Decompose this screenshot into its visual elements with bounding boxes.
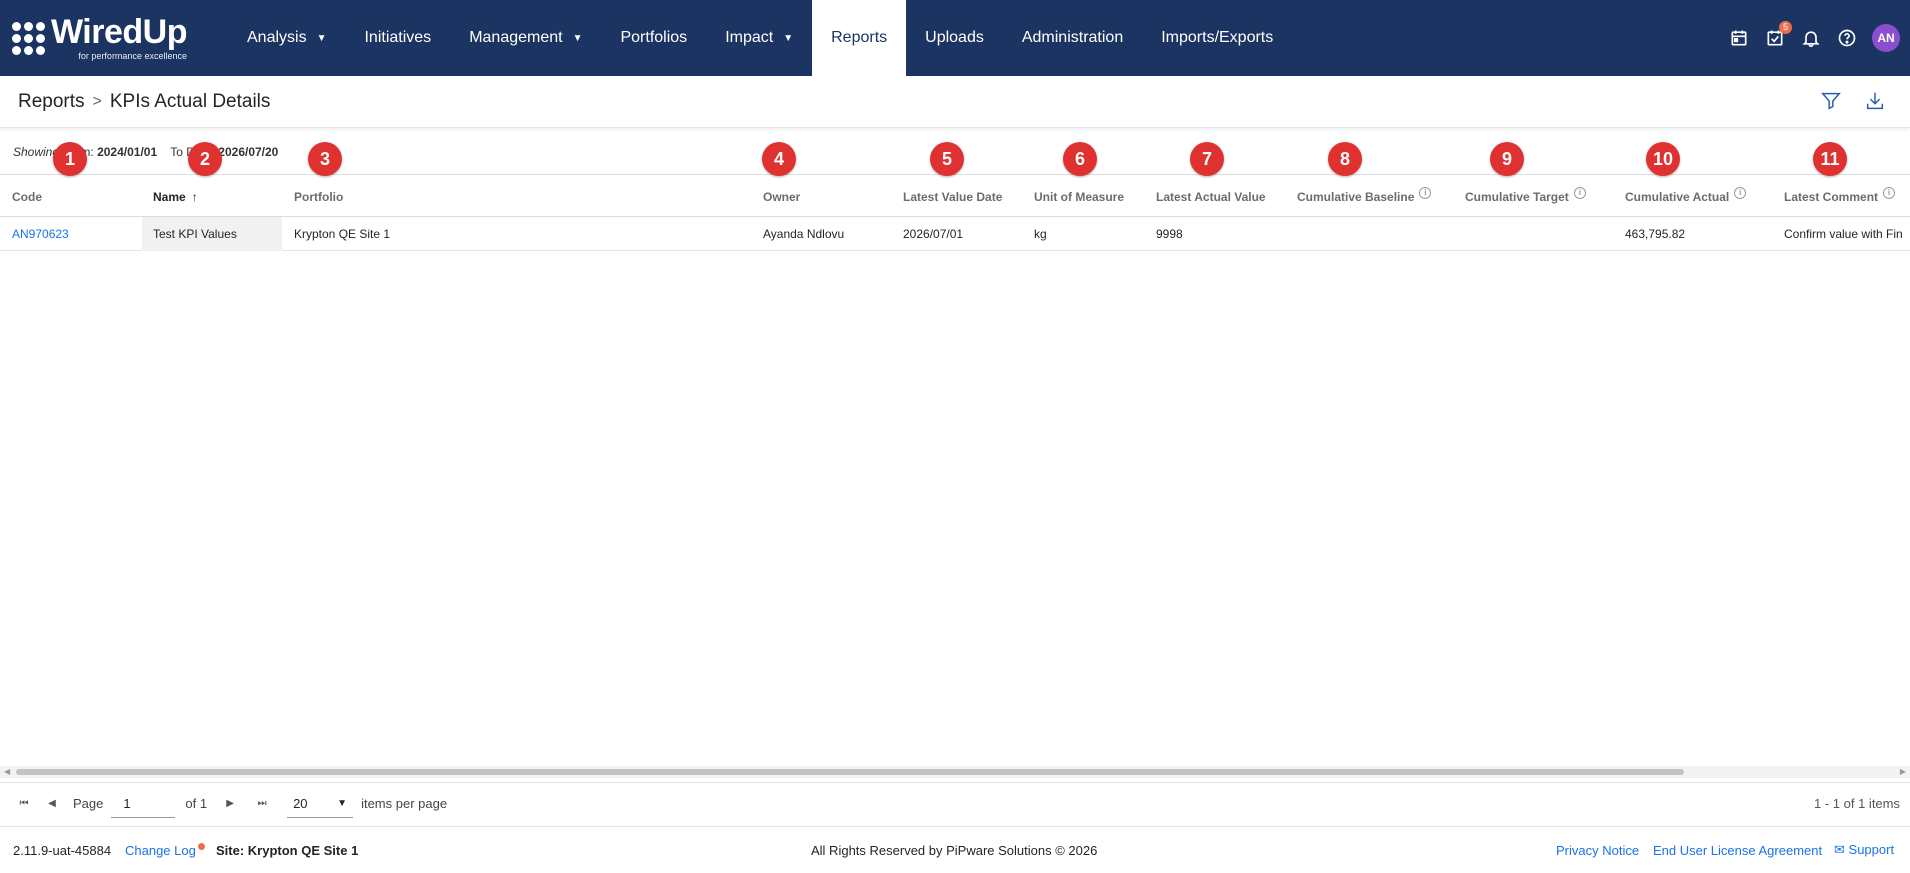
calendar-icon[interactable] xyxy=(1728,27,1750,49)
support-icon: ✉ xyxy=(1834,842,1845,857)
marker-2: 2 xyxy=(188,142,222,176)
cell-name: Test KPI Values xyxy=(142,217,282,251)
cell-cumulative-actual: 463,795.82 xyxy=(1625,227,1686,241)
marker-10: 10 xyxy=(1646,142,1680,176)
marker-4: 4 xyxy=(762,142,796,176)
marker-8: 8 xyxy=(1328,142,1362,176)
nav-imports-exports[interactable]: Imports/Exports xyxy=(1142,0,1292,76)
info-icon[interactable]: i xyxy=(1419,186,1432,199)
cell-latest-actual: 9998 xyxy=(1156,227,1183,241)
chevron-right-icon: > xyxy=(92,92,102,110)
col-code[interactable]: Code xyxy=(12,175,42,218)
items-per-page-select[interactable]: 20 ▼ xyxy=(287,790,354,818)
items-summary: 1 - 1 of 1 items xyxy=(1814,796,1900,811)
scrollbar-thumb[interactable] xyxy=(16,769,1684,775)
cell-latest-value-date: 2026/07/01 xyxy=(903,227,964,241)
cell-unit: kg xyxy=(1034,227,1047,241)
next-page-icon[interactable]: ▶ xyxy=(221,798,239,809)
marker-5: 5 xyxy=(930,142,964,176)
tasks-icon[interactable]: 5 xyxy=(1764,21,1792,49)
col-cumulative-baseline[interactable]: Cumulative Baseline i xyxy=(1297,175,1432,218)
col-portfolio[interactable]: Portfolio xyxy=(294,175,343,218)
prev-page-icon[interactable]: ◀ xyxy=(43,798,61,809)
filter-icon[interactable] xyxy=(1820,90,1842,117)
privacy-notice-link[interactable]: Privacy Notice xyxy=(1556,843,1639,858)
last-page-icon[interactable]: ⏭ xyxy=(253,798,271,809)
caret-down-icon: ▼ xyxy=(783,32,794,44)
pager: ⏮ ◀ Page of 1 ▶ ⏭ 20 ▼ items per page 1 … xyxy=(0,782,1910,824)
col-latest-actual-value[interactable]: Latest Actual Value xyxy=(1156,175,1266,218)
nav-uploads[interactable]: Uploads xyxy=(906,0,1003,76)
cell-portfolio: Krypton QE Site 1 xyxy=(294,227,391,241)
logo-dots-icon xyxy=(12,21,45,55)
sort-ascending-icon: ↑ xyxy=(191,189,198,204)
nav-initiatives[interactable]: Initiatives xyxy=(345,0,450,76)
cell-latest-comment: Confirm value with Fin xyxy=(1784,227,1903,241)
marker-9: 9 xyxy=(1490,142,1524,176)
nav-impact[interactable]: Impact ▼ xyxy=(706,0,812,76)
user-avatar[interactable]: AN xyxy=(1872,24,1900,52)
wiredup-logo[interactable]: WiredUp for performance excellence xyxy=(0,0,228,76)
caret-down-icon: ▼ xyxy=(316,32,327,44)
eula-link[interactable]: End User License Agreement xyxy=(1653,843,1822,858)
first-page-icon[interactable]: ⏮ xyxy=(15,798,33,809)
from-date: 2024/01/01 xyxy=(97,145,158,159)
logo-tagline: for performance excellence xyxy=(78,51,187,61)
main-nav: Analysis ▼ Initiatives Management ▼ Portfo… xyxy=(228,0,1292,76)
col-owner[interactable]: Owner xyxy=(763,175,800,218)
col-name[interactable]: Name ↑ xyxy=(153,175,198,218)
tasks-badge: 5 xyxy=(1779,21,1792,34)
bell-icon[interactable] xyxy=(1800,27,1822,49)
to-date: 2026/07/20 xyxy=(218,145,279,159)
info-icon[interactable]: i xyxy=(1883,186,1896,199)
nav-portfolios[interactable]: Portfolios xyxy=(601,0,706,76)
kpi-table: Code Name ↑ Portfolio Owner Latest Value … xyxy=(0,174,1910,764)
marker-6: 6 xyxy=(1063,142,1097,176)
cell-owner: Ayanda Ndlovu xyxy=(763,227,845,241)
nav-analysis[interactable]: Analysis ▼ xyxy=(228,0,345,76)
scroll-left-icon[interactable]: ◀ xyxy=(4,767,10,776)
new-dot-icon xyxy=(197,842,205,850)
table-row[interactable]: AN970623 Test KPI Values Krypton QE Site… xyxy=(0,217,1910,251)
horizontal-scrollbar[interactable]: ◀ ▶ xyxy=(0,766,1910,778)
version-label: 2.11.9-uat-45884 xyxy=(13,842,112,858)
page-title: KPIs Actual Details xyxy=(109,90,271,112)
marker-1: 1 xyxy=(53,142,87,176)
caret-down-icon: ▼ xyxy=(337,797,348,809)
nav-management[interactable]: Management ▼ xyxy=(450,0,601,76)
marker-7: 7 xyxy=(1190,142,1224,176)
breadcrumb-reports[interactable]: Reports xyxy=(18,91,85,113)
marker-11: 11 xyxy=(1813,142,1847,176)
nav-reports[interactable]: Reports xyxy=(812,0,907,76)
site-label: Site: Krypton QE Site 1 xyxy=(216,842,359,858)
table-header: Code Name ↑ Portfolio Owner Latest Value … xyxy=(0,174,1910,217)
cell-code[interactable]: AN970623 xyxy=(12,217,69,251)
help-icon[interactable] xyxy=(1836,27,1858,49)
scroll-right-icon[interactable]: ▶ xyxy=(1900,767,1906,776)
page-header: Reports > KPIs Actual Details xyxy=(0,76,1910,128)
col-unit-of-measure[interactable]: Unit of Measure xyxy=(1034,175,1124,218)
col-cumulative-target[interactable]: Cumulative Target i xyxy=(1465,175,1586,218)
support-link[interactable]: ✉ Support xyxy=(1834,842,1894,858)
page-number-input[interactable] xyxy=(111,789,176,818)
top-nav-bar: WiredUp for performance excellence Analy… xyxy=(0,0,1910,76)
download-icon[interactable] xyxy=(1864,90,1886,117)
col-cumulative-actual[interactable]: Cumulative Actual i xyxy=(1625,175,1747,218)
info-icon[interactable]: i xyxy=(1734,186,1747,199)
nav-administration[interactable]: Administration xyxy=(1003,0,1142,76)
footer: 2.11.9-uat-45884 Change Log Site: Krypto… xyxy=(0,826,1910,873)
page-of-label: of 1 xyxy=(185,796,208,811)
copyright: All Rights Reserved by PiPware Solutions… xyxy=(811,842,1098,858)
marker-3: 3 xyxy=(308,142,342,176)
breadcrumb: Reports > KPIs Actual Details xyxy=(18,91,270,113)
page-label: Page xyxy=(73,796,104,811)
change-log-link[interactable]: Change Log xyxy=(125,842,205,858)
caret-down-icon: ▼ xyxy=(572,32,583,44)
logo-name: WiredUp xyxy=(51,13,187,51)
col-latest-value-date[interactable]: Latest Value Date xyxy=(903,175,1002,218)
info-icon[interactable]: i xyxy=(1573,186,1586,199)
col-latest-comment[interactable]: Latest Comment i xyxy=(1784,175,1896,218)
items-per-page-label: items per page xyxy=(361,796,448,811)
